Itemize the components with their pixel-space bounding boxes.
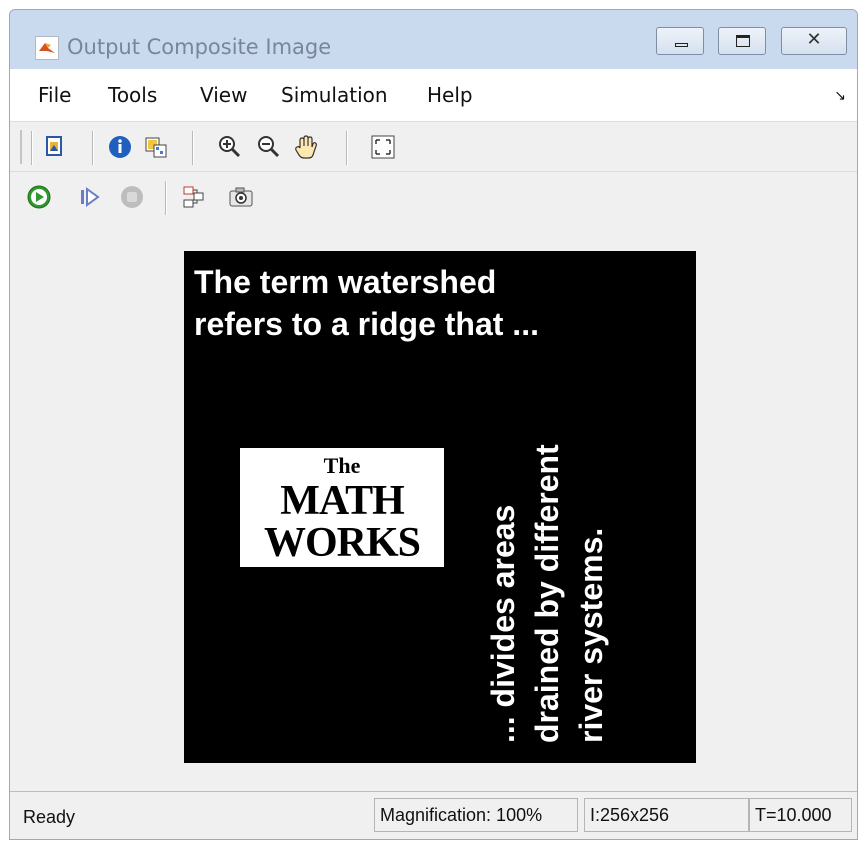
toolbar-view	[10, 121, 857, 172]
logo-works: WORKS	[263, 520, 421, 566]
magnification-readout: Magnification: 100%	[374, 798, 578, 832]
menu-file[interactable]: File	[38, 83, 71, 107]
close-icon: ✕	[806, 29, 822, 50]
status-bar: Ready Magnification: 100% I:256x256 T=10…	[10, 791, 857, 839]
sim-time-readout: T=10.000	[749, 798, 852, 832]
vertical-line: ... divides areas	[485, 504, 521, 743]
vertical-line: river systems.	[573, 527, 609, 743]
run-icon[interactable]	[26, 184, 52, 210]
window-title: Output Composite Image	[67, 35, 332, 59]
vertical-text: ... divides areas drained by different r…	[481, 381, 621, 743]
image-canvas[interactable]: The term watershed refers to a ridge tha…	[10, 221, 857, 791]
zoom-out-icon[interactable]	[256, 134, 282, 160]
menu-bar: File Tools View Simulation Help ↘	[10, 69, 857, 121]
minimize-icon	[675, 43, 688, 47]
minimize-button[interactable]	[656, 27, 704, 55]
toolbar-separator	[31, 131, 33, 165]
logo-the: The	[323, 453, 361, 478]
vertical-line: drained by different	[529, 444, 565, 743]
vertical-text-block: ... divides areas drained by different r…	[481, 381, 621, 743]
title-bar[interactable]: Output Composite Image ✕	[10, 10, 857, 69]
headline-text: The term watershed refers to a ridge tha…	[194, 261, 539, 345]
pan-hand-icon[interactable]	[293, 134, 319, 160]
image-size-readout: I:256x256	[584, 798, 749, 832]
viewer-window: Output Composite Image ✕ File Tools View…	[9, 9, 858, 840]
mathworks-logo: The MATH WORKS	[240, 448, 444, 567]
composite-image: The term watershed refers to a ridge tha…	[184, 251, 696, 763]
logo-math: MATH	[280, 478, 405, 524]
menu-tools[interactable]: Tools	[108, 83, 157, 107]
stop-icon[interactable]	[119, 184, 145, 210]
headline-line: The term watershed	[194, 264, 497, 300]
dock-arrow-icon[interactable]: ↘	[834, 87, 846, 104]
menu-simulation[interactable]: Simulation	[281, 83, 388, 107]
toolbar-grip	[20, 130, 22, 164]
info-icon[interactable]	[107, 134, 133, 160]
headline-line: refers to a ridge that ...	[194, 306, 539, 342]
snapshot-camera-icon[interactable]	[228, 184, 254, 210]
toolbar-separator	[165, 181, 167, 215]
toolbar-separator	[92, 131, 94, 165]
step-forward-icon[interactable]	[77, 184, 103, 210]
matlab-app-icon	[35, 36, 59, 60]
maximize-button[interactable]	[718, 27, 766, 55]
toolbar-simulation	[10, 171, 857, 223]
toolbar-separator	[192, 131, 194, 165]
print-to-figure-icon[interactable]	[42, 134, 68, 160]
close-button[interactable]: ✕	[781, 27, 847, 55]
zoom-in-icon[interactable]	[217, 134, 243, 160]
menu-help[interactable]: Help	[427, 83, 473, 107]
toolbar-separator	[346, 131, 348, 165]
menu-view[interactable]: View	[200, 83, 247, 107]
export-to-workspace-icon[interactable]	[143, 134, 169, 160]
status-ready: Ready	[23, 807, 76, 827]
fit-to-view-icon[interactable]	[370, 134, 396, 160]
highlight-block-icon[interactable]	[181, 184, 207, 210]
maximize-icon	[736, 35, 750, 47]
